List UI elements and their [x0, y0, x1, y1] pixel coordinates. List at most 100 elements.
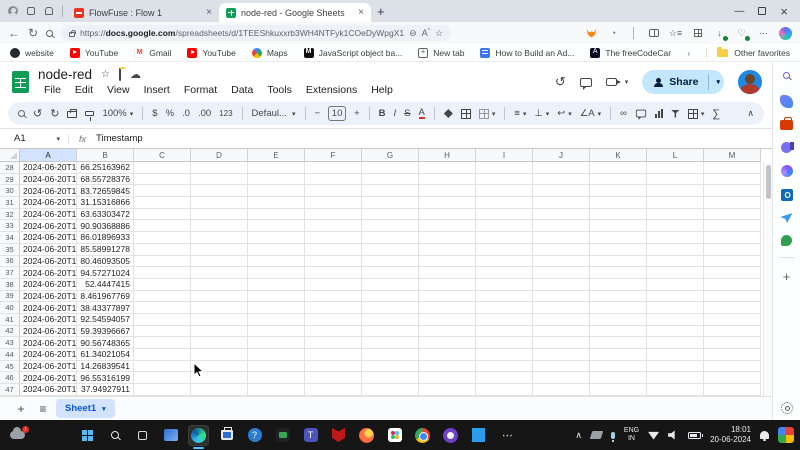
cell-H42[interactable]: [419, 326, 476, 338]
cell-E34[interactable]: [248, 232, 305, 244]
firefox-icon[interactable]: [356, 425, 377, 446]
bold-button[interactable]: B: [379, 108, 386, 119]
cell-J37[interactable]: [533, 267, 590, 279]
cell-E37[interactable]: [248, 267, 305, 279]
cell-F35[interactable]: [305, 244, 362, 256]
cell-D44[interactable]: [191, 349, 248, 361]
cell-J32[interactable]: [533, 209, 590, 221]
cell-F32[interactable]: [305, 209, 362, 221]
more-formats-button[interactable]: 123: [219, 109, 232, 118]
cell-H37[interactable]: [419, 267, 476, 279]
cell-G37[interactable]: [362, 267, 419, 279]
cell-E28[interactable]: [248, 162, 305, 174]
cell-D46[interactable]: [191, 372, 248, 384]
close-button[interactable]: ×: [780, 4, 788, 19]
cell-J45[interactable]: [533, 361, 590, 373]
star-icon[interactable]: ☆: [101, 69, 110, 80]
cell-H39[interactable]: [419, 291, 476, 303]
cell-E38[interactable]: [248, 279, 305, 291]
store-icon[interactable]: [216, 425, 237, 446]
bookmark-item[interactable]: YouTube: [70, 48, 118, 58]
cell-C30[interactable]: [134, 185, 191, 197]
row-header-31[interactable]: 31: [0, 197, 20, 209]
cell-J44[interactable]: [533, 349, 590, 361]
cell-K35[interactable]: [590, 244, 647, 256]
column-header-J[interactable]: J: [533, 149, 590, 162]
cell-K29[interactable]: [590, 174, 647, 186]
photos-icon[interactable]: [160, 425, 181, 446]
column-header-D[interactable]: D: [191, 149, 248, 162]
horizontal-align-button[interactable]: ≡▾: [514, 108, 526, 119]
cell-G47[interactable]: [362, 384, 419, 396]
cell-I34[interactable]: [476, 232, 533, 244]
formula-value[interactable]: Timestamp: [96, 133, 143, 144]
cell-G36[interactable]: [362, 256, 419, 268]
cell-C36[interactable]: [134, 256, 191, 268]
cell-L42[interactable]: [647, 326, 704, 338]
other-favorites[interactable]: Other favorites: [706, 48, 790, 58]
zoom-out-icon[interactable]: ⊖: [409, 28, 417, 39]
cell-K47[interactable]: [590, 384, 647, 396]
cell-G31[interactable]: [362, 197, 419, 209]
cell-D33[interactable]: [191, 220, 248, 232]
cell-B46[interactable]: 96.55316199: [77, 372, 134, 384]
cell-H40[interactable]: [419, 302, 476, 314]
cell-C44[interactable]: [134, 349, 191, 361]
cell-E36[interactable]: [248, 256, 305, 268]
row-header-37[interactable]: 37: [0, 267, 20, 279]
cell-D37[interactable]: [191, 267, 248, 279]
loop-icon[interactable]: [781, 165, 793, 177]
cell-J39[interactable]: [533, 291, 590, 303]
cell-M47[interactable]: [704, 384, 761, 396]
comments-icon[interactable]: [580, 78, 592, 87]
cell-I32[interactable]: [476, 209, 533, 221]
cell-L39[interactable]: [647, 291, 704, 303]
row-header-35[interactable]: 35: [0, 244, 20, 256]
vertical-align-button[interactable]: ⊥▾: [534, 108, 549, 119]
bookmark-item[interactable]: Gmail: [134, 48, 171, 58]
tab-actions-button[interactable]: [40, 3, 58, 19]
decrease-font-size-button[interactable]: −: [315, 108, 321, 119]
cell-J43[interactable]: [533, 337, 590, 349]
column-header-F[interactable]: F: [305, 149, 362, 162]
font-select[interactable]: Defaul...▾: [252, 108, 296, 119]
cell-C38[interactable]: [134, 279, 191, 291]
cell-I43[interactable]: [476, 337, 533, 349]
scrollbar-thumb[interactable]: [766, 165, 771, 199]
undo-icon[interactable]: ↺: [33, 107, 42, 120]
cell-A37[interactable]: 2024-06-20T12:2: [20, 267, 77, 279]
menu-tools[interactable]: Tools: [261, 83, 298, 97]
cell-M43[interactable]: [704, 337, 761, 349]
cell-D41[interactable]: [191, 314, 248, 326]
cell-L29[interactable]: [647, 174, 704, 186]
cell-H28[interactable]: [419, 162, 476, 174]
cell-M35[interactable]: [704, 244, 761, 256]
cell-D35[interactable]: [191, 244, 248, 256]
cell-C41[interactable]: [134, 314, 191, 326]
format-currency-button[interactable]: $: [152, 108, 157, 119]
fill-color-icon[interactable]: [444, 109, 453, 118]
cell-E46[interactable]: [248, 372, 305, 384]
column-header-L[interactable]: L: [647, 149, 704, 162]
cell-B44[interactable]: 61.34021054: [77, 349, 134, 361]
cell-A29[interactable]: 2024-06-20T12:2: [20, 174, 77, 186]
drop-icon[interactable]: [781, 213, 793, 223]
bookmark-item[interactable]: How to Build an Ad...: [480, 48, 574, 58]
cell-A42[interactable]: 2024-06-20T12:2: [20, 326, 77, 338]
sheet-tab-sheet1[interactable]: Sheet1 ▾: [56, 399, 115, 418]
document-title[interactable]: node-red: [38, 67, 92, 82]
name-box[interactable]: A1▾: [0, 133, 68, 144]
cell-K40[interactable]: [590, 302, 647, 314]
row-header-38[interactable]: 38: [0, 279, 20, 291]
more-apps-icon[interactable]: ⋯: [496, 425, 517, 446]
row-header-33[interactable]: 33: [0, 220, 20, 232]
menu-view[interactable]: View: [101, 83, 136, 97]
cell-M40[interactable]: [704, 302, 761, 314]
cell-K36[interactable]: [590, 256, 647, 268]
sidebar-add-button[interactable]: +: [783, 269, 791, 284]
cell-J31[interactable]: [533, 197, 590, 209]
workspaces-button[interactable]: [22, 3, 40, 19]
cell-M30[interactable]: [704, 185, 761, 197]
column-header-K[interactable]: K: [590, 149, 647, 162]
cell-F37[interactable]: [305, 267, 362, 279]
